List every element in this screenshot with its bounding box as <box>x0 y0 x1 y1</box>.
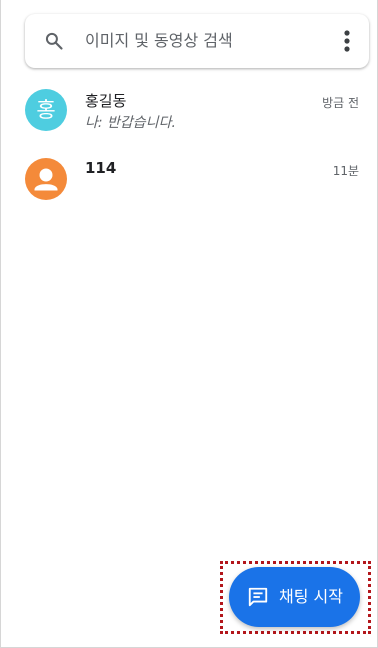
person-icon <box>34 168 58 191</box>
avatar: 홍 <box>25 89 67 131</box>
search-bar[interactable]: 이미지 및 동영상 검색 <box>25 14 369 68</box>
conversation-time: 11분 <box>332 164 359 178</box>
more-vert-icon[interactable] <box>343 29 351 53</box>
search-placeholder[interactable]: 이미지 및 동영상 검색 <box>85 14 233 68</box>
conversation-name: 홍길동 <box>85 92 127 110</box>
avatar-letter: 홍 <box>36 98 56 122</box>
conversation-item[interactable]: 홍 홍길동 나: 반갑습니다. 방금 전 <box>1 84 377 150</box>
start-chat-button[interactable]: 채팅 시작 <box>229 567 360 627</box>
conversation-item[interactable]: 114 11분 <box>1 150 377 216</box>
conversation-name: 114 <box>85 159 117 177</box>
messages-screen: 이미지 및 동영상 검색 홍 홍길동 나: 반갑습니다. 방금 전 114 11… <box>0 0 378 648</box>
avatar <box>25 158 67 200</box>
start-chat-label: 채팅 시작 <box>279 587 343 606</box>
conversation-snippet: 나: 반갑습니다. <box>85 115 176 131</box>
search-icon <box>45 32 63 50</box>
message-icon <box>248 587 268 607</box>
conversation-time: 방금 전 <box>322 96 359 110</box>
